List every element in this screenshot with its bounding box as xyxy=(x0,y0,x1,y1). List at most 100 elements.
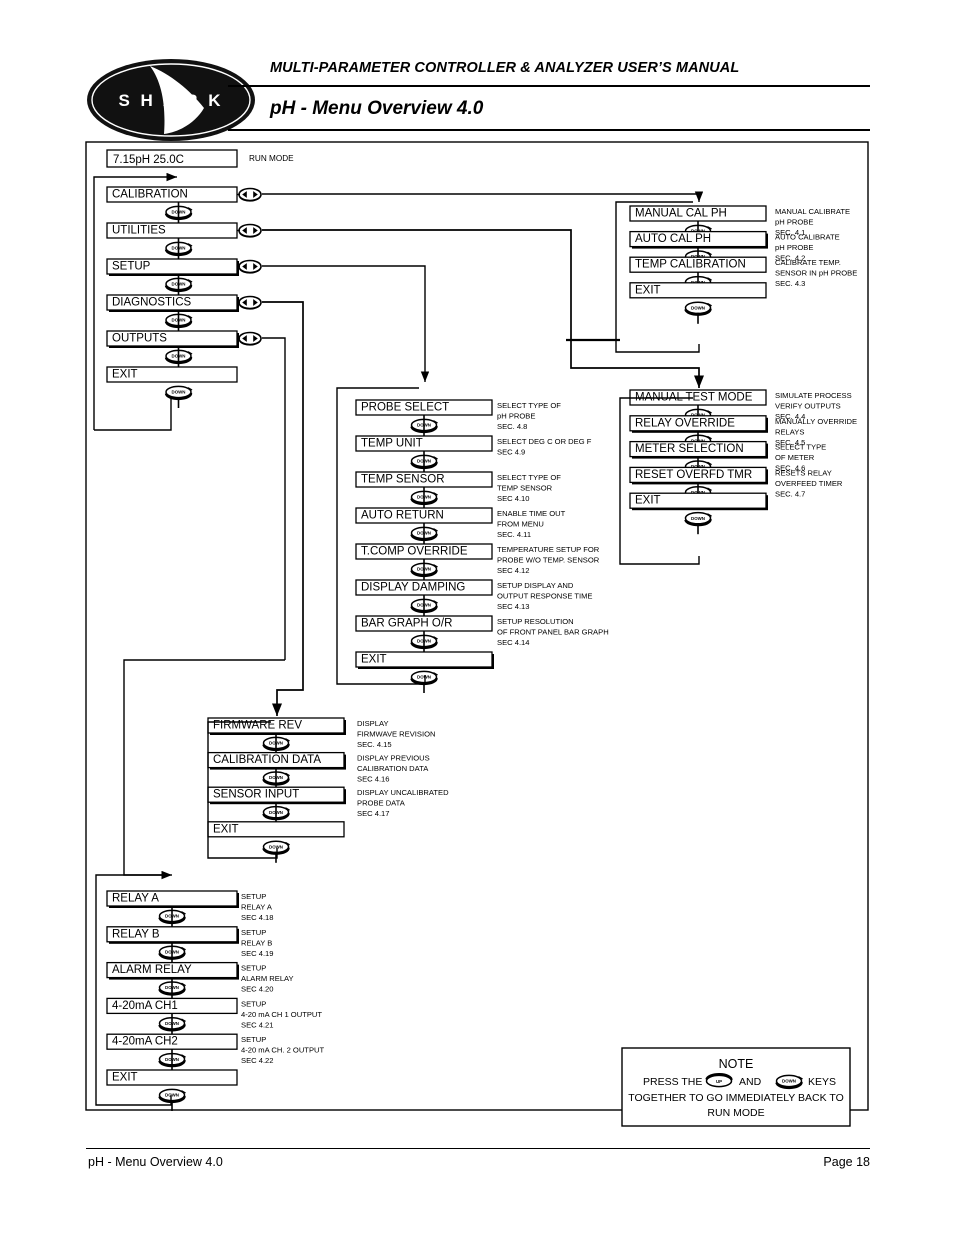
menu-item-description: RESETS RELAY xyxy=(775,468,832,477)
menu-item-description: SEC. 4.3 xyxy=(775,279,805,288)
menu-item-box[interactable]: MANUAL CAL PH xyxy=(629,205,767,222)
menu-item-description: SEC. 4.11 xyxy=(497,530,531,539)
menu-item-box[interactable]: RELAY OVERRIDE xyxy=(629,415,768,433)
menu-item-label: T.COMP OVERRIDE xyxy=(361,546,468,558)
menu-flowchart: 7.15pH 25.0C RUN MODE CALIBRATION DOWN UTI… xyxy=(85,141,869,1127)
svg-text:DOWN: DOWN xyxy=(782,1079,796,1084)
menu-item-label: PROBE SELECT xyxy=(361,402,449,414)
menu-item-description: OF METER xyxy=(775,453,815,462)
left-right-key-icon[interactable] xyxy=(238,295,262,310)
menu-item-description: TEMP SENSOR xyxy=(497,484,553,493)
menu-item-label: TEMP CALIBRATION xyxy=(635,259,746,271)
left-right-key-icon[interactable] xyxy=(238,259,262,274)
menu-item-box[interactable]: TEMP UNIT xyxy=(355,435,493,452)
menu-item-box[interactable]: PROBE SELECT xyxy=(355,399,493,416)
utilities-column: MANUAL TEST MODEDOWNSIMULATE PROCESSVERI… xyxy=(629,389,857,535)
menu-item-description: SETUP xyxy=(241,1035,266,1044)
left-right-key-icon[interactable] xyxy=(238,187,262,202)
menu-item-label: ALARM RELAY xyxy=(112,964,192,976)
menu-item-description: RELAY A xyxy=(241,903,273,912)
menu-item-box[interactable]: SETUP xyxy=(106,258,239,276)
menu-item-box[interactable]: EXIT xyxy=(106,366,238,383)
down-key-label: DOWN xyxy=(417,675,431,680)
note-line2: TOGETHER TO GO IMMEDIATELY BACK TO xyxy=(628,1092,844,1104)
left-right-key-icon[interactable] xyxy=(238,331,262,346)
menu-item-box[interactable]: RELAY A xyxy=(106,890,239,908)
menu-item-box[interactable]: TEMP SENSOR xyxy=(355,471,493,488)
menu-item-box[interactable]: T.COMP OVERRIDE xyxy=(355,543,493,560)
menu-item-description: PROBE DATA xyxy=(357,799,406,808)
note-line1-b: AND xyxy=(739,1076,762,1088)
menu-item-label: RESET OVERFD TMR xyxy=(635,469,752,481)
down-key-label: DOWN xyxy=(269,844,283,849)
menu-item-label: RELAY B xyxy=(112,928,160,940)
menu-item-description: CALIBRATION DATA xyxy=(357,764,429,773)
down-key-label: DOWN xyxy=(165,1093,179,1098)
menu-item-box[interactable]: AUTO CAL PH xyxy=(629,230,768,249)
down-key-label: DOWN xyxy=(172,390,186,395)
menu-item-box[interactable]: CALIBRATION DATA xyxy=(207,751,346,770)
menu-item-description: SETUP xyxy=(241,892,266,901)
menu-item-description: CALIBRATE TEMP. xyxy=(775,258,841,267)
diagnostics-column: FIRMWARE REV DOWN DISPLAY FIRMWAVE REVISION… xyxy=(207,717,449,863)
menu-item-box[interactable]: 4-20mA CH2 xyxy=(106,1033,238,1050)
menu-item-description: FIRMWAVE REVISION xyxy=(357,730,435,739)
menu-item-description: SETUP RESOLUTION xyxy=(497,617,574,626)
menu-item-box[interactable]: CALIBRATION xyxy=(106,186,238,203)
menu-item-box[interactable]: SENSOR INPUT xyxy=(207,786,346,805)
menu-item-description: PROBE W/O TEMP. SENSOR xyxy=(497,556,600,565)
note-line1-a: PRESS THE xyxy=(643,1076,702,1088)
menu-item-description: AUTO CALIBRATE xyxy=(775,233,840,242)
menu-item-box[interactable]: RELAY B xyxy=(106,926,239,944)
menu-item-label: 4-20mA CH1 xyxy=(112,1000,178,1012)
menu-item-box[interactable]: EXIT xyxy=(629,492,768,511)
note-line1-c: KEYS xyxy=(808,1076,836,1088)
display-box: 7.15pH 25.0C xyxy=(106,149,238,168)
main-menu-column: CALIBRATIONDOWNUTILITIESDOWNSETUPDOWNDIA… xyxy=(106,186,262,408)
menu-item-box[interactable]: DISPLAY DAMPING xyxy=(355,579,493,596)
display-value: 7.15pH 25.0C xyxy=(113,154,184,166)
menu-item-box[interactable]: AUTO RETURN xyxy=(355,507,493,524)
menu-item-box[interactable]: BAR GRAPH O/R xyxy=(355,615,493,632)
menu-item-box[interactable]: ALARM RELAY xyxy=(106,961,239,980)
note-box: NOTE PRESS THE UP AND DOWN KEYS TOGETHER… xyxy=(621,1047,851,1127)
menu-item-description: SEC. 4.8 xyxy=(497,422,527,431)
menu-item-description: SENSOR IN pH PROBE xyxy=(775,269,857,278)
menu-item-label: EXIT xyxy=(112,369,138,381)
menu-item-description: SETUP DISPLAY AND xyxy=(497,581,574,590)
menu-item-label: RELAY OVERRIDE xyxy=(635,417,735,429)
manual-page: S H A R K MULTI-PARAMETER CONTROLLER & A… xyxy=(0,0,954,1235)
menu-item-label: UTILITIES xyxy=(112,225,166,237)
menu-item-box[interactable]: EXIT xyxy=(355,651,494,669)
menu-item-label: METER SELECTION xyxy=(635,443,744,455)
menu-item-label: EXIT xyxy=(213,823,239,835)
menu-item-box[interactable]: RESET OVERFD TMR xyxy=(629,466,768,485)
menu-item-box[interactable]: OUTPUTS xyxy=(106,330,239,348)
menu-item-description: pH PROBE xyxy=(775,218,813,227)
menu-item-description: SEC 4.16 xyxy=(357,775,390,784)
menu-item-box[interactable]: 4-20mA CH1 xyxy=(106,997,238,1015)
menu-item-label: CALIBRATION DATA xyxy=(213,754,321,766)
menu-item-description: SEC 4.10 xyxy=(497,494,530,503)
up-key-icon: UP xyxy=(705,1073,733,1088)
menu-item-box[interactable]: TEMP CALIBRATION xyxy=(629,256,767,273)
menu-item-description: TEMPERATURE SETUP FOR xyxy=(497,545,600,554)
menu-item-box[interactable]: EXIT xyxy=(106,1069,238,1086)
menu-item-label: TEMP SENSOR xyxy=(361,474,445,486)
menu-item-box[interactable]: UTILITIES xyxy=(106,222,238,239)
menu-item-description: SEC 4.12 xyxy=(497,566,530,575)
menu-item-description: SETUP xyxy=(241,999,266,1008)
menu-item-description: SEC 4.21 xyxy=(241,1020,274,1029)
menu-item-label: OUTPUTS xyxy=(112,333,167,345)
footer-left-text: pH - Menu Overview 4.0 xyxy=(88,1155,223,1169)
menu-item-box[interactable]: METER SELECTION xyxy=(629,440,768,459)
menu-item-description: SELECT TYPE OF xyxy=(497,401,561,410)
menu-item-box[interactable]: FIRMWARE REV xyxy=(207,717,346,735)
menu-item-box[interactable]: EXIT xyxy=(207,821,345,838)
menu-item-label: EXIT xyxy=(635,495,661,507)
calibration-column: MANUAL CAL PH DOWN MANUAL CALIBRATE pH PROB… xyxy=(629,205,857,324)
menu-item-box[interactable]: DIAGNOSTICS xyxy=(106,294,239,312)
menu-item-box[interactable]: EXIT xyxy=(629,282,767,299)
menu-item-description: VERIFY OUTPUTS xyxy=(775,402,841,411)
left-right-key-icon[interactable] xyxy=(238,223,262,238)
